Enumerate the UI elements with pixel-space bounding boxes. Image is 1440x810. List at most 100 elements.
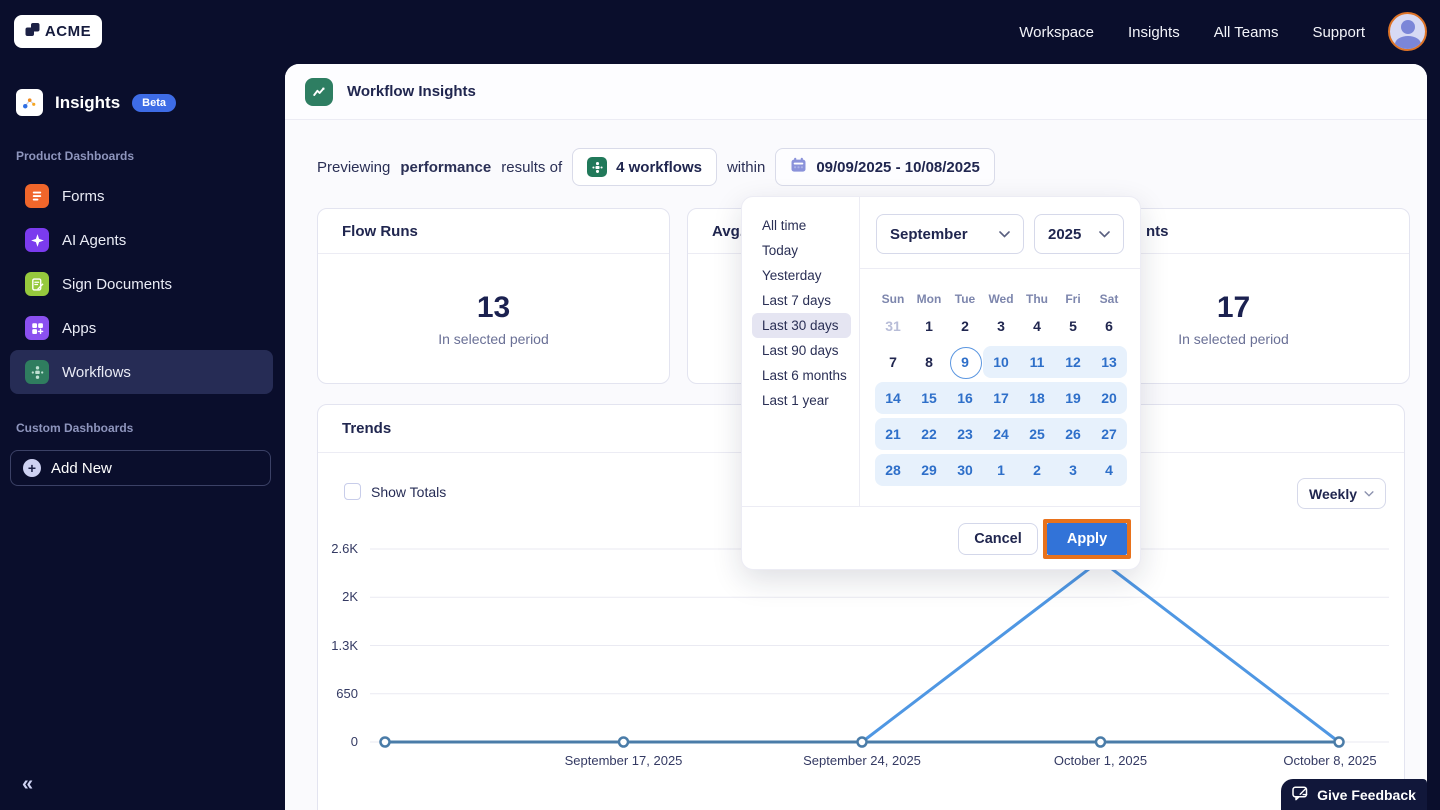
calendar-day-25[interactable]: 25: [1019, 418, 1055, 450]
preset-all-time[interactable]: All time: [742, 213, 859, 238]
calendar-day-4[interactable]: 4: [1091, 454, 1127, 486]
avatar[interactable]: [1388, 12, 1427, 51]
month-select[interactable]: September: [876, 214, 1024, 254]
calendar-day-12[interactable]: 12: [1055, 346, 1091, 378]
calendar-day-27[interactable]: 27: [1091, 418, 1127, 450]
calendar-day-17[interactable]: 17: [983, 382, 1019, 414]
date-range-button[interactable]: 09/09/2025 - 10/08/2025: [775, 148, 995, 186]
day-header-sat: Sat: [1099, 292, 1119, 306]
sidebar-item-sign-documents[interactable]: Sign Documents: [10, 262, 273, 306]
page-header: Workflow Insights: [285, 64, 1427, 120]
brand-logo[interactable]: ACME: [14, 15, 102, 48]
show-totals-label: Show Totals: [371, 483, 447, 500]
card-subtitle: In selected period: [438, 330, 549, 347]
filter-bar: Previewing performance results of 4 work…: [317, 148, 995, 186]
calendar-day-26[interactable]: 26: [1055, 418, 1091, 450]
workflows-icon: [587, 157, 608, 177]
calendar-day-1[interactable]: 1: [983, 454, 1019, 486]
calendar-day-4[interactable]: 4: [1019, 310, 1055, 342]
date-range-label: 09/09/2025 - 10/08/2025: [816, 158, 980, 176]
apply-button[interactable]: Apply: [1047, 523, 1127, 555]
calendar-day-2[interactable]: 2: [1019, 454, 1055, 486]
calendar-day-18[interactable]: 18: [1019, 382, 1055, 414]
card-value: 13: [476, 290, 511, 324]
calendar-day-21[interactable]: 21: [875, 418, 911, 450]
calendar-day-5[interactable]: 5: [1055, 310, 1091, 342]
calendar-day-14[interactable]: 14: [875, 382, 911, 414]
calendar-day-19[interactable]: 19: [1055, 382, 1091, 414]
calendar-day-24[interactable]: 24: [983, 418, 1019, 450]
date-picker-popup: All time Today Yesterday Last 7 days Last 30…: [741, 196, 1141, 570]
calendar-day-6[interactable]: 6: [1091, 310, 1127, 342]
sidebar-items: Forms AI Agents Sign Documents Apps Workflow…: [10, 174, 273, 394]
sidebar-item-label: Sign Documents: [62, 275, 173, 293]
workflow-insights-icon: [305, 77, 333, 106]
sidebar-item-forms[interactable]: Forms: [10, 174, 273, 218]
calendar-day-7[interactable]: 7: [875, 346, 911, 378]
sidebar-item-label: Forms: [62, 187, 105, 205]
calendar-day-11[interactable]: 11: [1019, 346, 1055, 378]
sidebar-item-workflows[interactable]: Workflows: [10, 350, 273, 394]
collapse-sidebar-button[interactable]: «: [22, 773, 33, 796]
calendar-icon: [790, 157, 807, 177]
preset-last-1-year[interactable]: Last 1 year: [742, 388, 859, 413]
filter-text-suffix: results of: [501, 158, 563, 176]
interval-label: Weekly: [1309, 485, 1357, 502]
card-title: Flow Runs: [318, 209, 669, 254]
calendar-day-22[interactable]: 22: [911, 418, 947, 450]
calendar-day-2[interactable]: 2: [947, 310, 983, 342]
filter-text-bold: performance: [400, 158, 492, 176]
topnav-insights[interactable]: Insights: [1128, 24, 1180, 41]
calendar-day-13[interactable]: 13: [1091, 346, 1127, 378]
card-flow-runs: Flow Runs 13 In selected period: [317, 208, 670, 384]
day-header-tue: Tue: [954, 292, 976, 306]
cancel-button[interactable]: Cancel: [958, 523, 1038, 555]
topnav-workspace[interactable]: Workspace: [1019, 24, 1094, 41]
year-select[interactable]: 2025: [1034, 214, 1124, 254]
calendar-day-23[interactable]: 23: [947, 418, 983, 450]
chevron-down-icon: [1099, 230, 1110, 238]
calendar-day-3[interactable]: 3: [1055, 454, 1091, 486]
plus-icon: +: [23, 459, 41, 477]
preset-last-90-days[interactable]: Last 90 days: [742, 338, 859, 363]
workflows-icon: [25, 360, 49, 384]
show-totals-toggle[interactable]: Show Totals: [344, 483, 446, 500]
sidebar-item-ai-agents[interactable]: AI Agents: [10, 218, 273, 262]
chevron-down-icon: [1364, 490, 1374, 497]
calendar-day-1[interactable]: 1: [911, 310, 947, 342]
interval-dropdown[interactable]: Weekly: [1297, 478, 1386, 509]
preset-last-30-days[interactable]: Last 30 days: [752, 313, 851, 338]
calendar-day-9[interactable]: 9: [947, 346, 983, 379]
preset-yesterday[interactable]: Yesterday: [742, 263, 859, 288]
workflows-filter-button[interactable]: 4 workflows: [572, 148, 717, 186]
month-select-value: September: [890, 225, 968, 243]
checkbox-icon[interactable]: [344, 483, 361, 500]
sidebar-item-label: Workflows: [62, 363, 131, 381]
give-feedback-button[interactable]: Give Feedback: [1281, 779, 1427, 810]
preset-today[interactable]: Today: [742, 238, 859, 263]
day-header-thu: Thu: [1026, 292, 1048, 306]
calendar-day-30[interactable]: 30: [947, 454, 983, 486]
preset-last-6-months[interactable]: Last 6 months: [742, 363, 859, 388]
calendar-day-20[interactable]: 20: [1091, 382, 1127, 414]
sidebar-app-header[interactable]: Insights Beta: [16, 89, 177, 116]
calendar-day-28[interactable]: 28: [875, 454, 911, 486]
card-subtitle: In selected period: [1178, 330, 1289, 347]
calendar-day-31[interactable]: 31: [875, 310, 911, 342]
calendar-day-16[interactable]: 16: [947, 382, 983, 414]
sidebar-app-title: Insights: [55, 92, 121, 112]
topnav-all-teams[interactable]: All Teams: [1214, 24, 1279, 41]
sidebar-item-apps[interactable]: Apps: [10, 306, 273, 350]
add-new-button[interactable]: + Add New: [10, 450, 271, 486]
insights-icon: [16, 89, 43, 116]
calendar-day-29[interactable]: 29: [911, 454, 947, 486]
calendar-day-3[interactable]: 3: [983, 310, 1019, 342]
calendar-day-10[interactable]: 10: [983, 346, 1019, 378]
sidebar-item-label: AI Agents: [62, 231, 127, 249]
card-value: 17: [1216, 290, 1251, 324]
calendar-day-15[interactable]: 15: [911, 382, 947, 414]
topnav-support[interactable]: Support: [1312, 24, 1365, 41]
preset-last-7-days[interactable]: Last 7 days: [742, 288, 859, 313]
section-custom-dashboards: Custom Dashboards: [16, 421, 134, 435]
calendar-day-8[interactable]: 8: [911, 346, 947, 378]
